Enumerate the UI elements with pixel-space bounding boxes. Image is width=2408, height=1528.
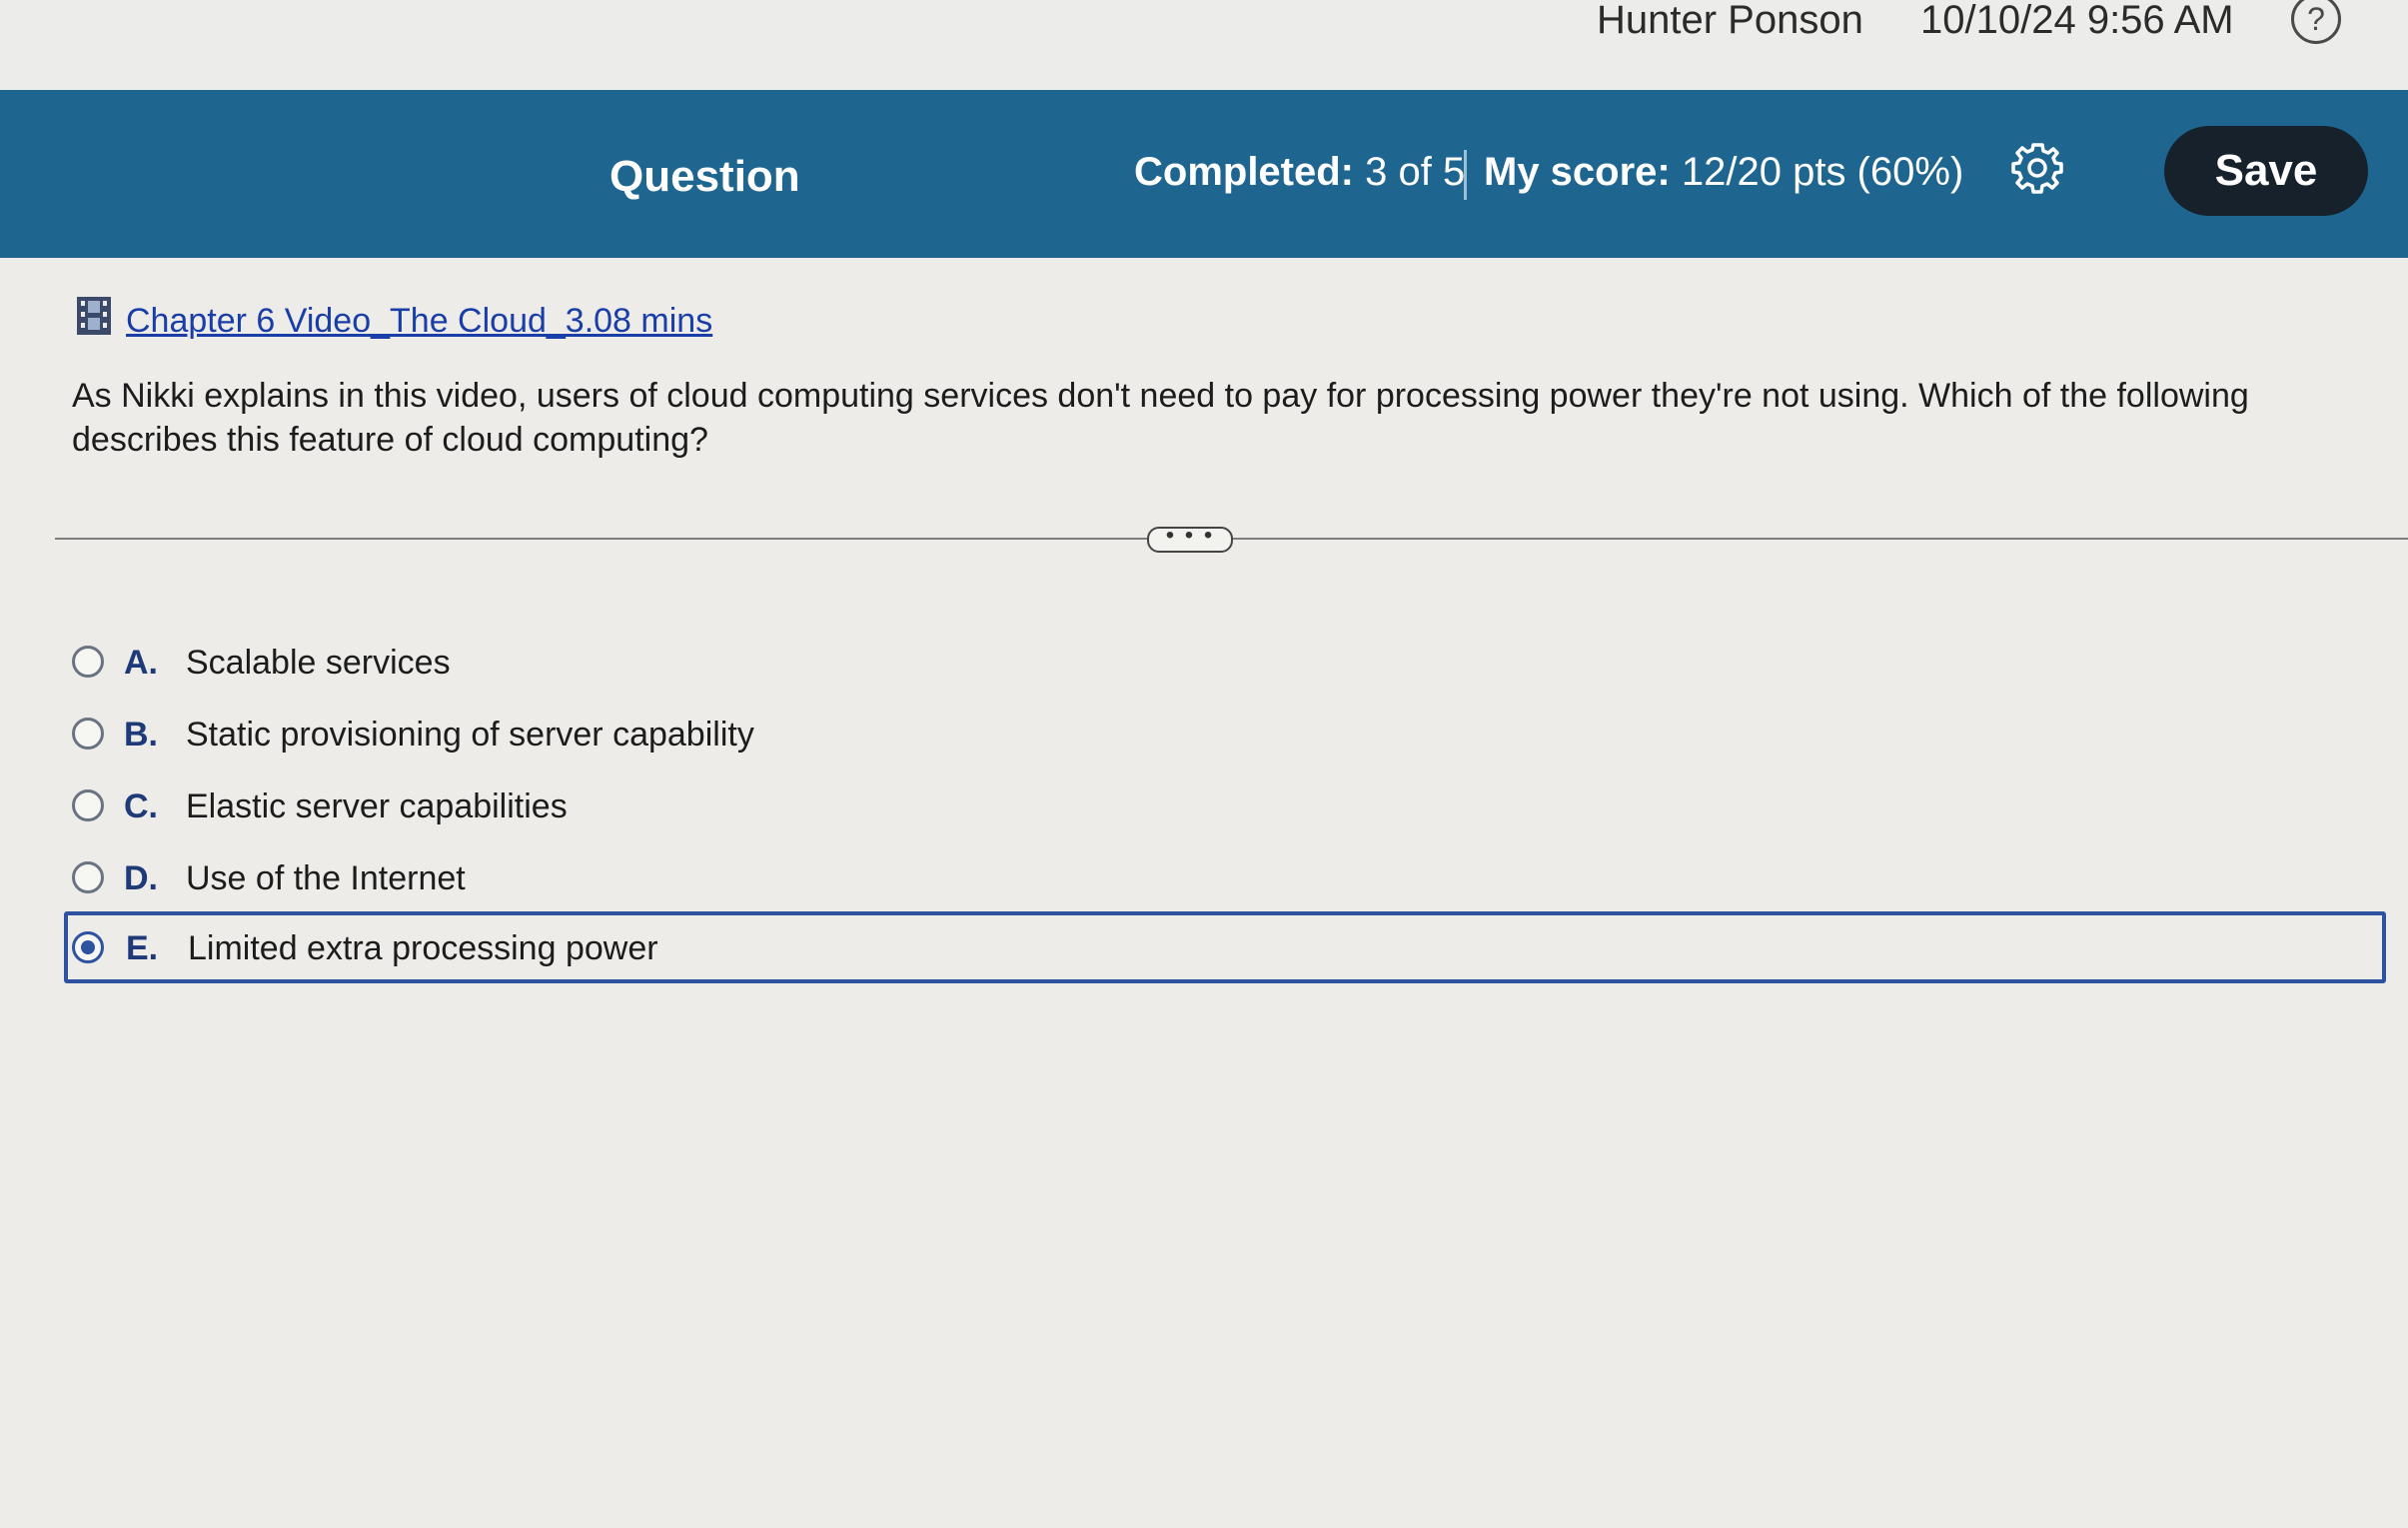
page-title: Question (609, 152, 800, 201)
gear-icon[interactable] (2011, 142, 2063, 194)
answer-option-d[interactable]: D. Use of the Internet (66, 843, 2388, 915)
completed-status: Completed: 3 of 5 (1134, 150, 1465, 195)
option-text: Elastic server capabilities (186, 787, 568, 825)
question-text: As Nikki explains in this video, users o… (72, 377, 2249, 459)
header-divider (1464, 150, 1467, 200)
score-label: My score: (1484, 150, 1671, 194)
option-text: Scalable services (186, 644, 451, 682)
completed-label: Completed: (1134, 150, 1354, 194)
expand-handle[interactable]: • • • (1147, 524, 1233, 553)
help-icon[interactable]: ? (2291, 0, 2341, 44)
question-header: Question Completed: 3 of 5 My score: 12/… (0, 90, 2408, 258)
answer-option-c[interactable]: C. Elastic server capabilities (66, 771, 2388, 843)
answer-option-b[interactable]: B. Static provisioning of server capabil… (66, 700, 2388, 771)
video-link[interactable]: Chapter 6 Video_The Cloud_3.08 mins (126, 302, 712, 341)
save-button[interactable]: Save (2164, 126, 2368, 216)
radio-button-d[interactable] (72, 861, 104, 893)
score-status: My score: 12/20 pts (60%) (1484, 150, 1963, 195)
option-letter: C. (124, 787, 158, 825)
radio-button-a[interactable] (72, 646, 104, 678)
option-text: Use of the Internet (186, 859, 466, 897)
completed-value: 3 of 5 (1365, 150, 1466, 194)
option-letter: E. (126, 929, 159, 967)
score-value: 12/20 pts (60%) (1681, 150, 1964, 194)
option-text: Static provisioning of server capability (186, 716, 754, 754)
film-icon (77, 297, 111, 335)
radio-button-b[interactable] (72, 718, 104, 750)
option-text: Limited extra processing power (188, 929, 658, 967)
radio-button-e[interactable] (72, 931, 104, 963)
question-content: Chapter 6 Video_The Cloud_3.08 mins As N… (0, 258, 2408, 1528)
user-name: Hunter Ponson (1597, 0, 1863, 42)
date-time: 10/10/24 9:56 AM (1920, 0, 2234, 42)
option-letter: B. (124, 716, 158, 754)
radio-button-c[interactable] (72, 789, 104, 821)
top-bar: Hunter Ponson 10/10/24 9:56 AM ? (0, 0, 2408, 90)
option-letter: A. (124, 644, 158, 682)
answer-option-a[interactable]: A. Scalable services (66, 628, 2388, 700)
option-letter: D. (124, 859, 158, 897)
answer-option-e[interactable]: E. Limited extra processing power (64, 911, 2386, 983)
